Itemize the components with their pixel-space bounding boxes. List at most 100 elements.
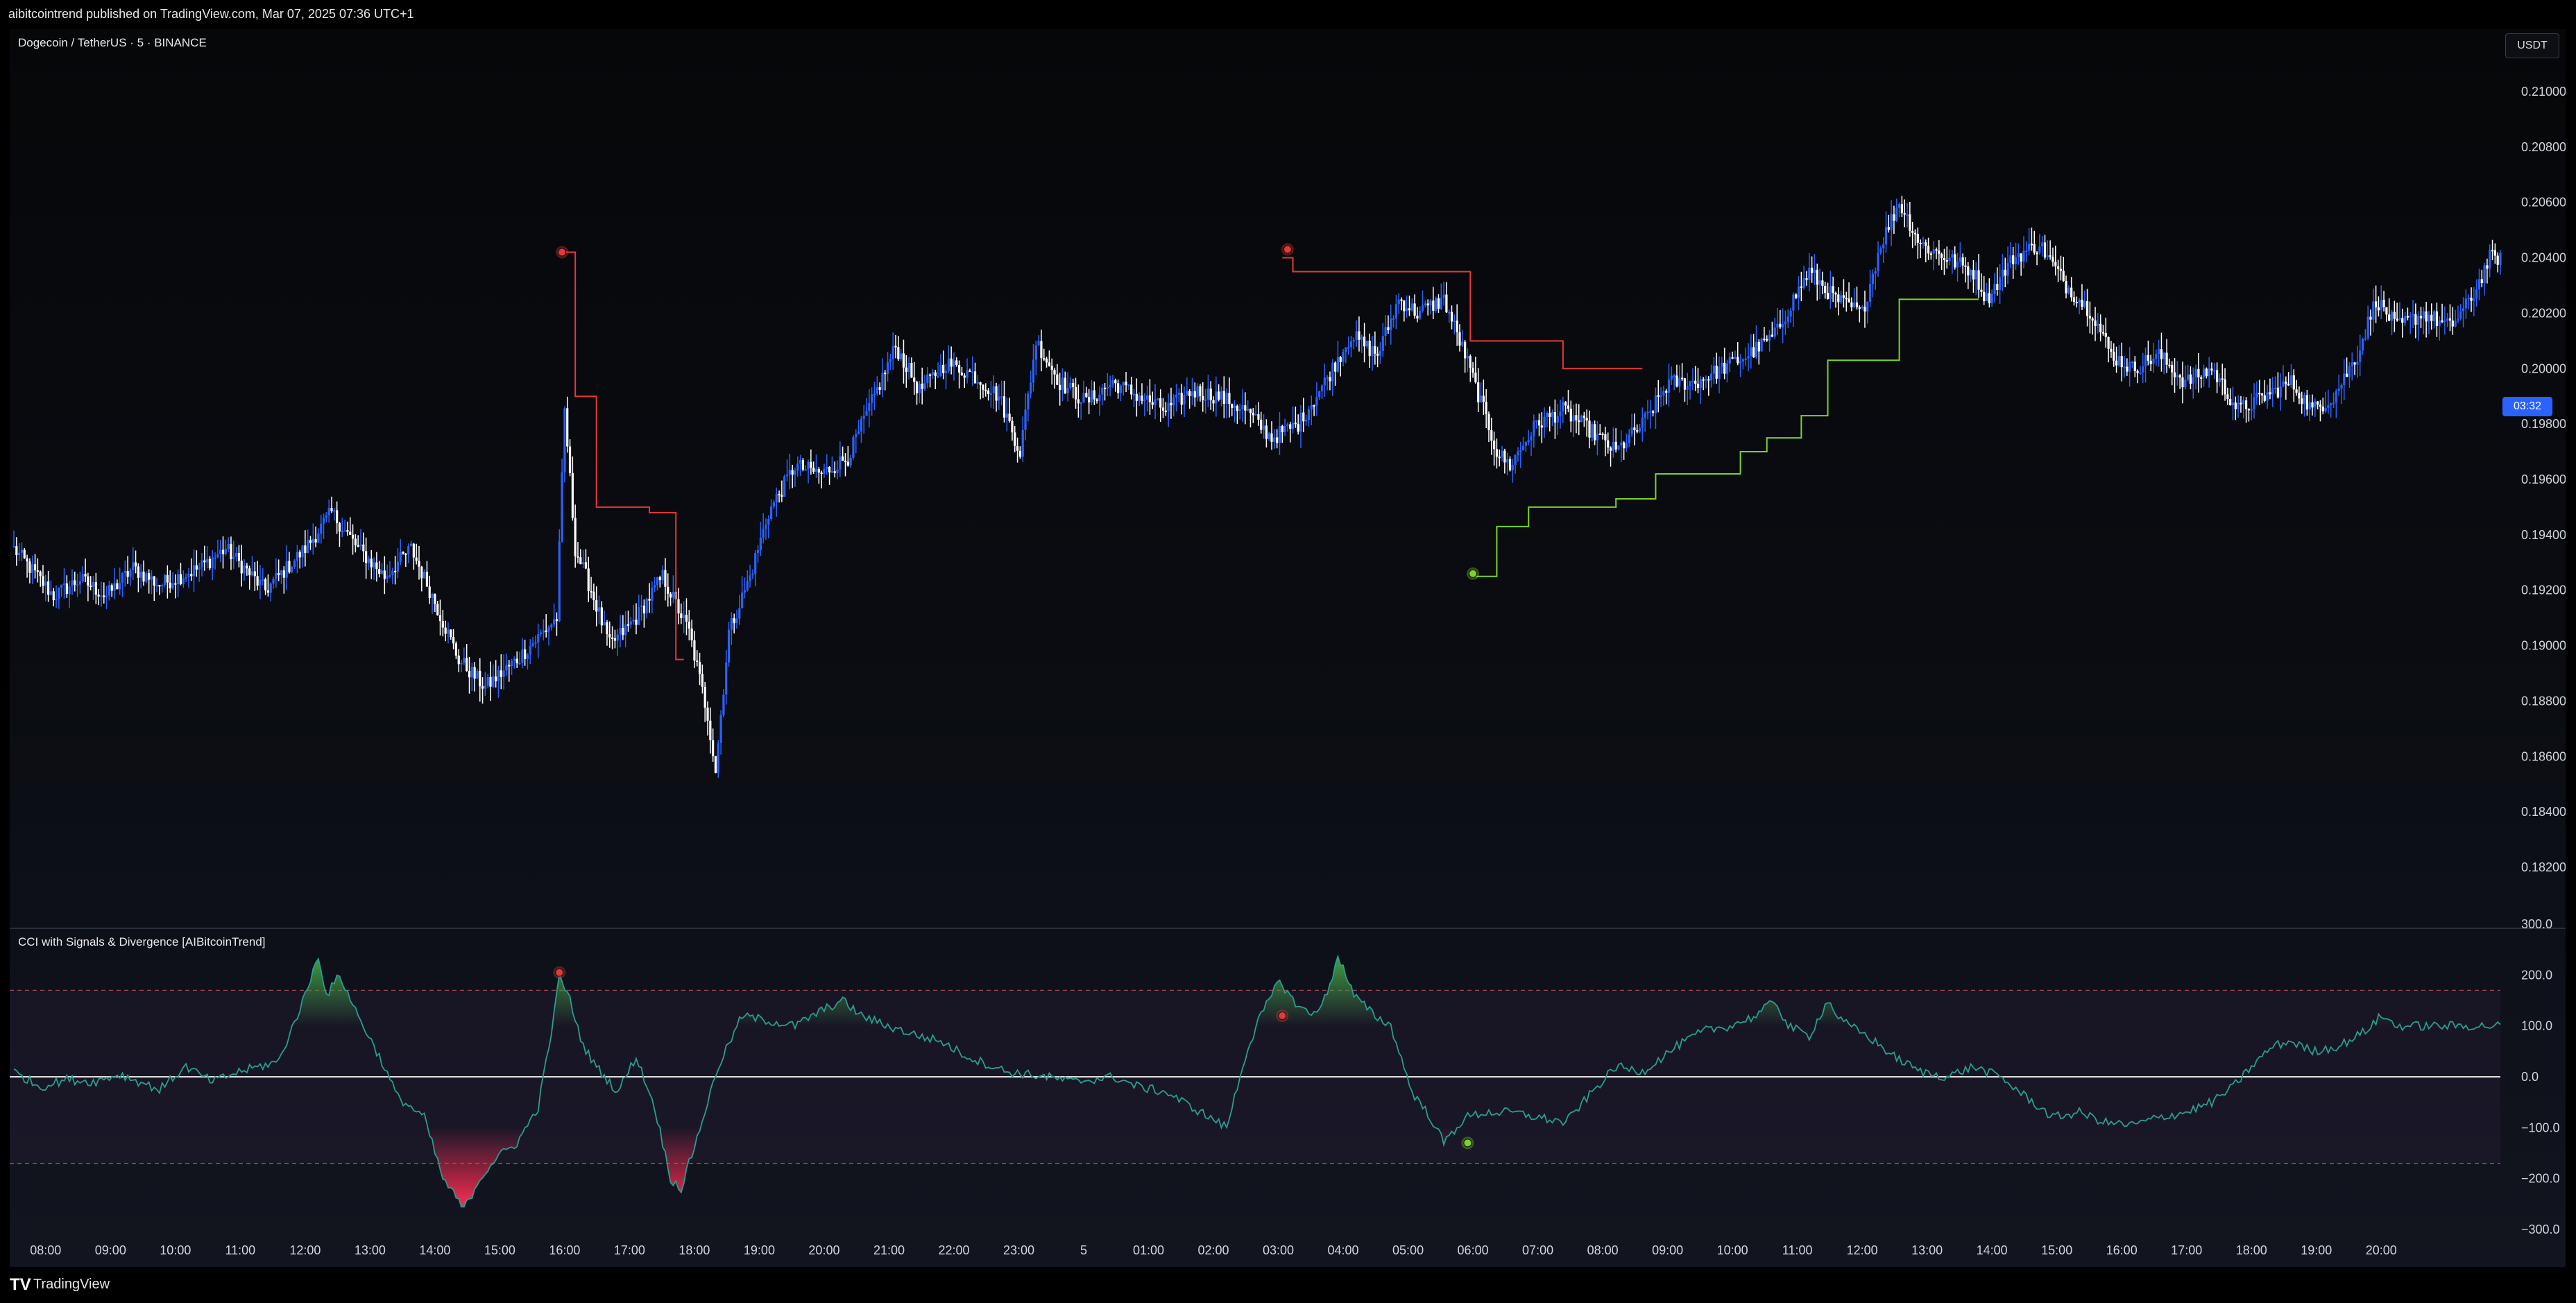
- time-axis-label: 14:00: [419, 1243, 450, 1257]
- candle-body: [1387, 327, 1390, 330]
- candle-body: [1225, 393, 1228, 404]
- candle-body: [1612, 441, 1614, 451]
- candle-body: [312, 538, 314, 543]
- candle-body: [97, 594, 100, 597]
- candle-body: [1098, 394, 1101, 401]
- candle-body: [1233, 405, 1236, 408]
- candle-body: [1265, 425, 1268, 439]
- candle-body: [1278, 426, 1281, 443]
- time-axis-label: 21:00: [873, 1243, 905, 1257]
- bull-signal-dot[interactable]: [1469, 569, 1478, 578]
- candle-body: [500, 670, 502, 677]
- candle-body: [1093, 390, 1095, 400]
- candle-body: [1897, 204, 1901, 208]
- candle-body: [31, 564, 34, 573]
- tradingview-logo-icon[interactable]: TV: [10, 1275, 31, 1295]
- candle-body: [129, 570, 132, 577]
- candle-body: [1045, 358, 1048, 363]
- candle-body: [1419, 310, 1422, 319]
- candle-body: [2369, 316, 2372, 320]
- candle-body: [2308, 402, 2311, 410]
- time-axis-label: 10:00: [160, 1243, 191, 1257]
- candle-body: [479, 670, 481, 687]
- candle-body: [1805, 278, 1808, 280]
- candle-body: [2499, 253, 2502, 265]
- candle-body: [1453, 321, 1456, 323]
- candle-body: [1715, 366, 1718, 379]
- candle-body: [320, 523, 323, 534]
- candle-body: [1903, 213, 1906, 215]
- candle-body: [2142, 366, 2144, 373]
- candle-body: [126, 571, 129, 577]
- candle-body: [36, 570, 39, 572]
- published-text: aibitcointrend published on TradingView.…: [8, 7, 414, 21]
- candle-body: [2176, 375, 2178, 377]
- cci-bear-signal-dot[interactable]: [1278, 1012, 1287, 1020]
- candle-body: [2173, 372, 2176, 377]
- candle-body: [1305, 419, 1308, 422]
- candle-body: [489, 676, 492, 687]
- candle-body: [1188, 391, 1191, 396]
- candle-body: [762, 529, 765, 538]
- candle-body: [521, 649, 524, 663]
- candle-body: [2419, 316, 2423, 318]
- candle-body: [1691, 380, 1694, 382]
- candle-body: [857, 431, 860, 434]
- candle-body: [187, 574, 190, 578]
- candle-body: [1578, 420, 1580, 423]
- chart-frame[interactable]: 0.21000 0.20800 0.20600 0.20400 0.20200 0.200…: [10, 29, 2566, 1267]
- candle-body: [2133, 361, 2136, 371]
- candle-body: [1027, 393, 1030, 410]
- cci-bull-signal-dot[interactable]: [1463, 1139, 1472, 1148]
- candle-body: [542, 630, 545, 633]
- candle-body: [566, 408, 569, 447]
- indicator-title[interactable]: CCI with Signals & Divergence [AIBitcoin…: [18, 935, 266, 949]
- candle-body: [537, 633, 540, 642]
- candle-body: [582, 562, 585, 565]
- candle-body: [1008, 414, 1011, 421]
- tradingview-brand[interactable]: TradingView: [33, 1277, 110, 1293]
- candle-body: [33, 564, 37, 571]
- candle-body: [1837, 294, 1840, 303]
- candle-body: [1485, 402, 1487, 414]
- candle-body: [2012, 255, 2015, 264]
- candle-body: [2065, 281, 2067, 293]
- time-axis-label: 18:00: [679, 1243, 710, 1257]
- candle-body: [296, 552, 299, 561]
- candle-body: [2359, 350, 2362, 362]
- candle-body: [2496, 255, 2499, 265]
- bear-signal-dot[interactable]: [558, 248, 567, 257]
- candle-body: [1614, 441, 1617, 450]
- cci-bear-signal-dot[interactable]: [555, 968, 564, 977]
- bear-signal-dot[interactable]: [1283, 245, 1292, 254]
- candle-body: [608, 633, 611, 638]
- candle-body: [950, 358, 953, 367]
- candle-body: [683, 615, 685, 618]
- candle-body: [953, 360, 955, 367]
- candle-body: [1572, 415, 1575, 422]
- candle-body: [2356, 361, 2359, 365]
- candle-body: [1943, 257, 1946, 260]
- candle-body: [100, 595, 103, 597]
- candle-body: [1440, 298, 1442, 309]
- candle-body: [1884, 227, 1888, 245]
- candle-body: [2467, 298, 2470, 300]
- candle-body: [1135, 393, 1138, 401]
- time-axis-label: 05:00: [1392, 1243, 1424, 1257]
- candle-body: [26, 558, 28, 562]
- candle-body: [2049, 255, 2052, 257]
- symbol-title[interactable]: Dogecoin / TetherUS · 5 · BINANCE: [18, 36, 207, 50]
- candle-body: [1771, 334, 1773, 337]
- candle-body: [1638, 427, 1641, 432]
- chart-canvas[interactable]: 0.21000 0.20800 0.20600 0.20400 0.20200 0.200…: [10, 29, 2566, 1267]
- candle-body: [362, 544, 365, 552]
- candle-body: [71, 580, 74, 587]
- candle-body: [1437, 298, 1440, 309]
- candle-body: [232, 556, 235, 559]
- candle-body: [2279, 386, 2282, 398]
- candle-body: [1657, 395, 1660, 397]
- candle-body: [1673, 375, 1675, 377]
- currency-badge[interactable]: USDT: [2505, 33, 2559, 58]
- candle-body: [211, 557, 214, 569]
- candle-body: [2366, 316, 2369, 339]
